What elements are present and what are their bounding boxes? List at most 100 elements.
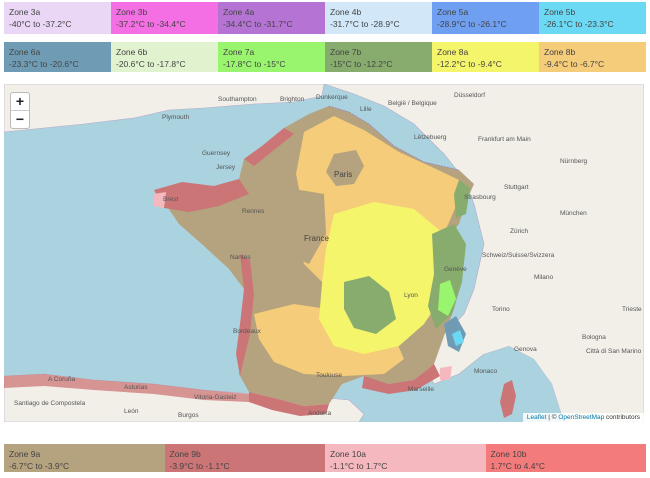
legend-zone-name: Zone 5b: [544, 7, 576, 17]
label-monaco: Monaco: [474, 368, 498, 375]
legend-zone-range: -15°C to -12.2°C: [330, 59, 393, 69]
label-belgique: België / Belgique: [388, 100, 437, 107]
med-zone-10a: [440, 366, 452, 380]
legend-zone-name: Zone 8b: [544, 47, 576, 57]
label-lille: Lille: [360, 106, 372, 113]
label-brighton: Brighton: [280, 96, 305, 103]
legend-cell: Zone 8a -12.2°C to -9.4°C: [432, 42, 539, 72]
legend-zone-name: Zone 4b: [330, 7, 362, 17]
zoom-control: + −: [10, 92, 30, 129]
legend-cell: Zone 4b -31.7°C to -28.9°C: [325, 2, 432, 34]
legend-zone-name: Zone 5a: [437, 7, 469, 17]
label-brest: Brest: [163, 196, 179, 203]
zoom-out-button[interactable]: −: [11, 110, 29, 128]
map-view[interactable]: + − Paris France Rennes Nantes Brest Bor…: [4, 84, 644, 422]
legend-row-middle: Zone 6a -23.3°C to -20.6°C Zone 6b -20.6°C …: [4, 42, 646, 72]
label-plymouth: Plymouth: [162, 114, 190, 121]
legend-zone-name: Zone 6b: [116, 47, 148, 57]
legend-zone-name: Zone 3a: [9, 7, 41, 17]
label-coruna: A Coruña: [48, 376, 76, 383]
legend-zone-range: -40°C to -37.2°C: [9, 19, 72, 29]
label-stuttgart: Stuttgart: [504, 184, 529, 191]
legend-cell: Zone 3a -40°C to -37.2°C: [4, 2, 111, 34]
label-sanmarino: Città di San Marino: [586, 348, 642, 355]
label-andorra: Andorra: [308, 410, 332, 417]
legend-zone-range: -12.2°C to -9.4°C: [437, 59, 502, 69]
label-bordeaux: Bordeaux: [233, 328, 261, 335]
osm-link[interactable]: OpenStreetMap: [558, 414, 604, 421]
leaflet-link[interactable]: Leaflet: [527, 414, 547, 421]
attribution-separator: | ©: [546, 414, 559, 421]
legend-zone-name: Zone 10b: [490, 449, 527, 459]
legend-zone-name: Zone 7a: [223, 47, 255, 57]
label-geneve: Genève: [444, 266, 467, 273]
legend-cell: Zone 10a -1.1°C to 1.7°C: [325, 444, 486, 472]
legend-zone-range: 1.7°C to 4.4°C: [490, 461, 546, 471]
label-leon: León: [124, 408, 139, 415]
label-paris: Paris: [334, 170, 353, 179]
land-england: [4, 84, 325, 133]
legend-row-bottom: Zone 9a -6.7°C to -3.9°C Zone 9b -3.9°C to …: [4, 444, 646, 472]
legend-zone-name: Zone 7b: [330, 47, 362, 57]
label-gasteiz: Vitoria-Gasteiz: [194, 394, 237, 401]
legend-zone-range: -31.7°C to -28.9°C: [330, 19, 400, 29]
label-jersey: Jersey: [216, 164, 236, 171]
label-strasbourg: Strasbourg: [464, 194, 496, 201]
legend-cell: Zone 9a -6.7°C to -3.9°C: [4, 444, 165, 472]
legend-cell: Zone 10b 1.7°C to 4.4°C: [485, 444, 646, 472]
legend-cell: Zone 7a -17.8°C to -15°C: [218, 42, 325, 72]
label-lyon: Lyon: [404, 292, 418, 299]
legend-zone-name: Zone 4a: [223, 7, 255, 17]
legend-zone-range: -34.4°C to -31.7°C: [223, 19, 293, 29]
legend-zone-range: -1.1°C to 1.7°C: [330, 461, 388, 471]
label-southampton: Southampton: [218, 96, 257, 103]
label-trieste: Trieste: [622, 306, 642, 313]
legend-cell: Zone 6b -20.6°C to -17.8°C: [111, 42, 218, 72]
legend-cell: Zone 9b -3.9°C to -1.1°C: [164, 444, 325, 472]
label-frankfurt: Frankfurt am Main: [478, 136, 531, 143]
legend-zone-range: -20.6°C to -17.8°C: [116, 59, 186, 69]
legend-zone-range: -3.9°C to -1.1°C: [169, 461, 230, 471]
label-marseille: Marseille: [408, 386, 435, 393]
label-munchen: München: [560, 210, 587, 217]
legend-cell: Zone 3b -37.2°C to -34.4°C: [111, 2, 218, 34]
legend-cell: Zone 4a -34.4°C to -31.7°C: [218, 2, 325, 34]
corsica: [500, 380, 516, 418]
legend-row-top: Zone 3a -40°C to -37.2°C Zone 3b -37.2°C to…: [4, 2, 646, 34]
label-nurnberg: Nürnberg: [560, 158, 588, 165]
legend-zone-range: -9.4°C to -6.7°C: [544, 59, 605, 69]
label-asturias: Asturias: [124, 384, 148, 391]
legend-zone-name: Zone 9b: [169, 449, 201, 459]
legend-zone-range: -26.1°C to -23.3°C: [544, 19, 614, 29]
legend-zone-range: -23.3°C to -20.6°C: [9, 59, 79, 69]
legend-zone-name: Zone 3b: [116, 7, 148, 17]
label-milano: Milano: [534, 274, 554, 281]
attribution-suffix: contributors: [604, 414, 640, 421]
legend-zone-name: Zone 8a: [437, 47, 469, 57]
label-luxembourg: Lëtzebuerg: [414, 134, 447, 141]
legend-cell: Zone 6a -23.3°C to -20.6°C: [4, 42, 111, 72]
zoom-in-button[interactable]: +: [11, 93, 29, 110]
label-bologna: Bologna: [582, 334, 606, 341]
label-dusseldorf: Düsseldorf: [454, 92, 486, 99]
label-dunkerque: Dunkerque: [316, 94, 348, 101]
legend-cell: Zone 5b -26.1°C to -23.3°C: [539, 2, 646, 34]
label-rennes: Rennes: [242, 208, 265, 215]
legend-cell: Zone 8b -9.4°C to -6.7°C: [539, 42, 646, 72]
legend-zone-range: -6.7°C to -3.9°C: [9, 461, 70, 471]
label-burgos: Burgos: [178, 412, 199, 419]
legend-zone-name: Zone 10a: [330, 449, 366, 459]
label-france: France: [304, 234, 329, 243]
label-toulouse: Toulouse: [316, 372, 343, 379]
legend-zone-range: -37.2°C to -34.4°C: [116, 19, 186, 29]
label-santiago: Santiago de Compostela: [14, 400, 86, 407]
legend-zone-name: Zone 9a: [9, 449, 41, 459]
label-schweiz: Schweiz/Suisse/Svizzera: [482, 252, 555, 259]
legend-zone-range: -17.8°C to -15°C: [223, 59, 286, 69]
label-torino: Torino: [492, 306, 510, 313]
legend-zone-range: -28.9°C to -26.1°C: [437, 19, 507, 29]
label-genova: Genova: [514, 346, 537, 353]
map-attribution: Leaflet | © OpenStreetMap contributors: [522, 413, 644, 422]
legend-cell: Zone 5a -28.9°C to -26.1°C: [432, 2, 539, 34]
label-nantes: Nantes: [230, 254, 251, 261]
